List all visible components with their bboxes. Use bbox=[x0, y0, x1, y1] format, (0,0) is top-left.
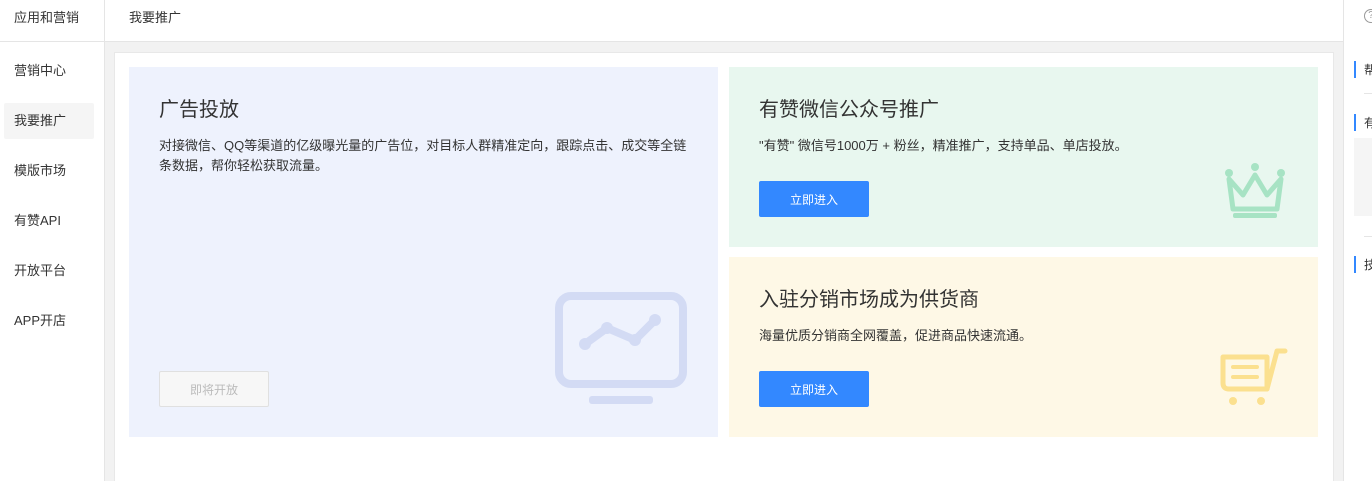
card-description: 对接微信、QQ等渠道的亿级曝光量的广告位，对目标人群精准定向，跟踪点击、成交等全… bbox=[159, 138, 687, 173]
help-item-3[interactable]: 技 bbox=[1354, 256, 1372, 273]
card-title: 入驻分销市场成为供货商 bbox=[759, 289, 979, 311]
help-card[interactable] bbox=[1354, 138, 1372, 216]
sidebar-item-template-market[interactable]: 模版市场 bbox=[4, 153, 94, 189]
sidebar-item-marketing-center[interactable]: 营销中心 bbox=[4, 53, 94, 89]
help-divider bbox=[1364, 236, 1372, 237]
help-sidebar: ? 帮 有 技 bbox=[1343, 0, 1372, 481]
sidebar-item-youzan-api[interactable]: 有赞API bbox=[4, 203, 94, 239]
card-description: "有赞" 微信号1000万 + 粉丝，精准推广，支持单品、单店投放。 bbox=[759, 138, 1128, 153]
sidebar-item-promotion[interactable]: 我要推广 bbox=[4, 103, 94, 139]
distribution-supplier-card: 入驻分销市场成为供货商 海量优质分销商全网覆盖，促进商品快速流通。 立即进入 bbox=[729, 257, 1318, 437]
sidebar-item-open-platform[interactable]: 开放平台 bbox=[4, 253, 94, 289]
card-description: 海量优质分销商全网覆盖，促进商品快速流通。 bbox=[759, 328, 1033, 343]
ad-placement-card: 广告投放 对接微信、QQ等渠道的亿级曝光量的广告位，对目标人群精准定向，跟踪点击… bbox=[129, 67, 718, 437]
enter-button[interactable]: 立即进入 bbox=[759, 371, 869, 407]
help-item-2[interactable]: 有 bbox=[1354, 114, 1372, 131]
help-divider bbox=[1364, 93, 1372, 94]
sidebar-nav: 营销中心 我要推广 模版市场 有赞API 开放平台 APP开店 bbox=[0, 42, 104, 339]
question-circle-icon[interactable]: ? bbox=[1364, 9, 1372, 23]
card-title: 广告投放 bbox=[159, 99, 239, 121]
coming-soon-button: 即将开放 bbox=[159, 371, 269, 407]
sidebar-item-app-store[interactable]: APP开店 bbox=[4, 303, 94, 339]
cart-icon bbox=[1220, 348, 1288, 405]
sidebar-title: 应用和营销 bbox=[0, 0, 104, 42]
help-item-1[interactable]: 帮 bbox=[1354, 61, 1372, 78]
crown-icon bbox=[1225, 163, 1285, 218]
card-title: 有赞微信公众号推广 bbox=[759, 99, 939, 121]
enter-button[interactable]: 立即进入 bbox=[759, 181, 869, 217]
monitor-chart-icon bbox=[555, 292, 687, 404]
top-bar: 我要推广 bbox=[105, 0, 1343, 42]
page-title: 我要推广 bbox=[129, 10, 182, 25]
wechat-promotion-card: 有赞微信公众号推广 "有赞" 微信号1000万 + 粉丝，精准推广，支持单品、单… bbox=[729, 67, 1318, 247]
sidebar: 应用和营销 营销中心 我要推广 模版市场 有赞API 开放平台 APP开店 bbox=[0, 0, 105, 481]
app-root: 应用和营销 营销中心 我要推广 模版市场 有赞API 开放平台 APP开店 我要… bbox=[0, 0, 1372, 481]
